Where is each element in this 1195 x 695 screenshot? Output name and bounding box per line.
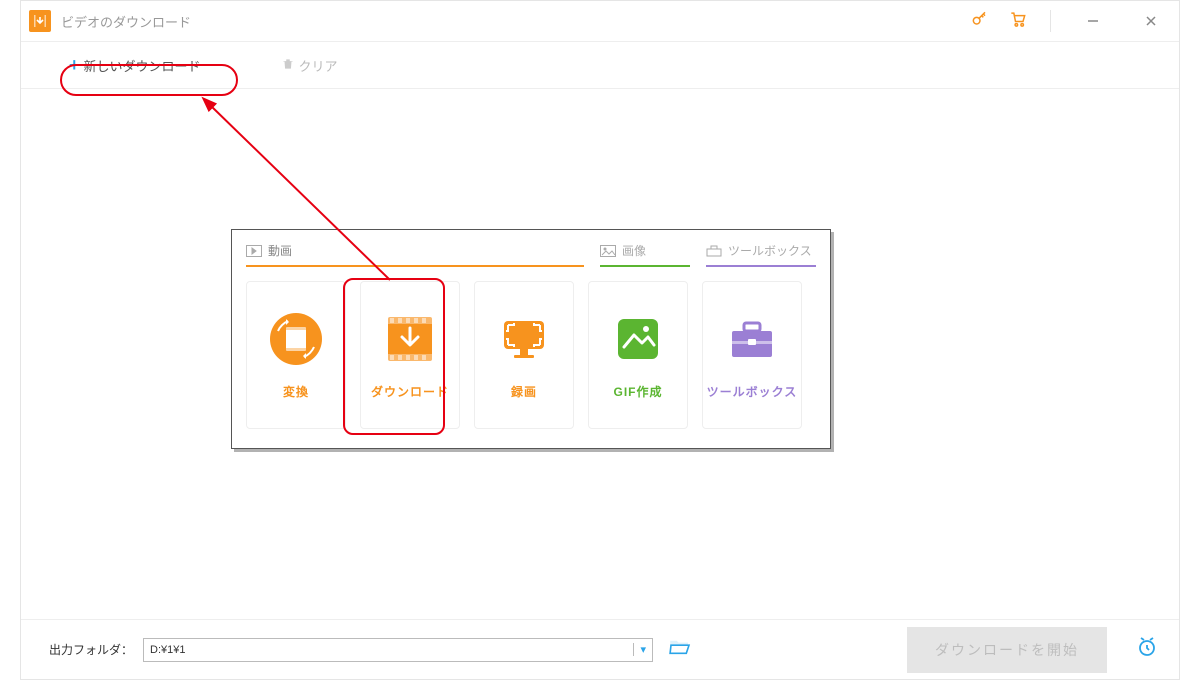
trash-icon xyxy=(281,57,295,74)
tab-toolbox[interactable]: ツールボックス xyxy=(706,242,816,267)
open-folder-button[interactable] xyxy=(669,638,691,661)
cart-icon[interactable] xyxy=(1008,9,1028,34)
new-download-label: 新しいダウンロード xyxy=(84,56,201,75)
record-icon xyxy=(496,311,552,367)
tab-image-label: 画像 xyxy=(622,242,646,259)
gif-icon xyxy=(610,311,666,367)
card-download-label: ダウンロード xyxy=(371,383,449,400)
schedule-icon[interactable] xyxy=(1135,635,1159,664)
card-gif[interactable]: GIF作成 xyxy=(588,281,688,429)
toolbox-icon xyxy=(724,311,780,367)
feature-panel: 動画 画像 ツールボックス 変換 ダウンロード xyxy=(231,229,831,449)
titlebar-controls xyxy=(970,1,1171,41)
tab-toolbox-label: ツールボックス xyxy=(728,242,812,259)
tab-image[interactable]: 画像 xyxy=(600,242,690,267)
clear-button[interactable]: クリア xyxy=(281,56,338,75)
panel-tabs: 動画 画像 ツールボックス xyxy=(246,242,816,267)
titlebar: ビデオのダウンロード xyxy=(21,1,1179,41)
card-record-label: 録画 xyxy=(511,383,537,400)
new-download-button[interactable]: + 新しいダウンロード xyxy=(69,55,201,76)
card-toolbox-label: ツールボックス xyxy=(707,383,798,400)
start-download-button[interactable]: ダウンロードを開始 xyxy=(907,627,1107,673)
output-folder-label: 出力フォルダ： xyxy=(49,641,133,658)
minimize-button[interactable] xyxy=(1073,1,1113,41)
separator xyxy=(1050,10,1051,32)
start-download-label: ダウンロードを開始 xyxy=(935,640,1079,660)
card-convert-label: 変換 xyxy=(283,383,309,400)
card-record[interactable]: 録画 xyxy=(474,281,574,429)
app-icon xyxy=(29,10,51,32)
download-icon xyxy=(382,311,438,367)
output-folder-select[interactable]: D:¥1¥1 ▾ xyxy=(143,638,653,662)
convert-icon xyxy=(268,311,324,367)
app-window: ビデオのダウンロード + 新しいダウンロード クリア xyxy=(20,0,1180,680)
footer: 出力フォルダ： D:¥1¥1 ▾ ダウンロードを開始 xyxy=(21,619,1179,679)
plus-icon: + xyxy=(69,55,80,76)
card-gif-label: GIF作成 xyxy=(614,383,663,400)
card-toolbox[interactable]: ツールボックス xyxy=(702,281,802,429)
card-convert[interactable]: 変換 xyxy=(246,281,346,429)
chevron-down-icon: ▾ xyxy=(633,643,646,656)
clear-label: クリア xyxy=(299,56,338,75)
output-folder-path: D:¥1¥1 xyxy=(150,644,185,656)
window-title: ビデオのダウンロード xyxy=(61,12,970,31)
toolbar: + 新しいダウンロード クリア xyxy=(21,41,1179,89)
tab-video[interactable]: 動画 xyxy=(246,242,584,267)
close-button[interactable] xyxy=(1131,1,1171,41)
feature-cards: 変換 ダウンロード 録画 GIF作成 xyxy=(246,281,816,429)
tab-video-label: 動画 xyxy=(268,242,292,259)
card-download[interactable]: ダウンロード xyxy=(360,281,460,429)
key-icon[interactable] xyxy=(970,9,990,34)
